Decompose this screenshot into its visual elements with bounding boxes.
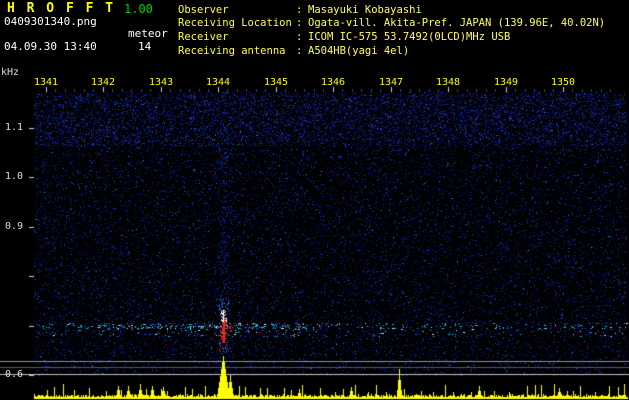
time-label: 1343 — [149, 77, 174, 88]
freq-label: 1.1 — [5, 122, 24, 133]
info-label: Observer — [178, 3, 229, 16]
freq-axis-unit: kHz — [1, 67, 20, 78]
info-label: Receiving Location — [178, 17, 292, 30]
freq-label: 1.0 — [5, 171, 24, 182]
info-separator: : — [296, 44, 303, 57]
time-label: 1344 — [206, 77, 231, 88]
info-row-antenna: Receiving antenna : A504HB(yagi 4el) — [178, 44, 605, 58]
time-label: 1349 — [494, 77, 519, 88]
echo-count: 14 — [138, 40, 152, 53]
time-label: 1341 — [34, 77, 59, 88]
info-row-observer: Observer : Masayuki Kobayashi — [178, 3, 605, 17]
time-label: 1350 — [551, 77, 576, 88]
time-label: 1347 — [379, 77, 404, 88]
info-row-receiver: Receiver : ICOM IC-575 53.7492(0LCD)MHz … — [178, 30, 605, 44]
hrofft-window: H R O F F T 1.00 0409301340.png meteor 0… — [0, 0, 629, 400]
mode-label: meteor — [128, 27, 168, 40]
info-label: Receiving antenna — [178, 44, 286, 57]
info-separator: : — [296, 30, 303, 43]
info-value: A504HB(yagi 4el) — [308, 44, 410, 57]
freq-label: 0.6 — [5, 369, 24, 380]
spectrogram-canvas — [0, 62, 629, 400]
time-label: 1342 — [91, 77, 116, 88]
info-separator: : — [296, 17, 303, 30]
info-value: Masayuki Kobayashi — [308, 3, 422, 16]
info-separator: : — [296, 3, 303, 16]
info-row-location: Receiving Location : Ogata-vill. Akita-P… — [178, 17, 605, 31]
observer-info: Observer : Masayuki Kobayashi Receiving … — [178, 3, 605, 57]
datetime-label: 04.09.30 13:40 — [4, 40, 97, 53]
freq-label: 0.9 — [5, 221, 24, 232]
info-label: Receiver — [178, 30, 229, 43]
app-version: 1.00 — [124, 2, 153, 16]
time-label: 1345 — [264, 77, 289, 88]
info-value: ICOM IC-575 53.7492(0LCD)MHz USB — [308, 30, 511, 43]
time-label: 1348 — [436, 77, 461, 88]
time-label: 1346 — [321, 77, 346, 88]
info-value: Ogata-vill. Akita-Pref. JAPAN (139.96E, … — [308, 17, 606, 30]
output-filename: 0409301340.png — [4, 15, 97, 28]
